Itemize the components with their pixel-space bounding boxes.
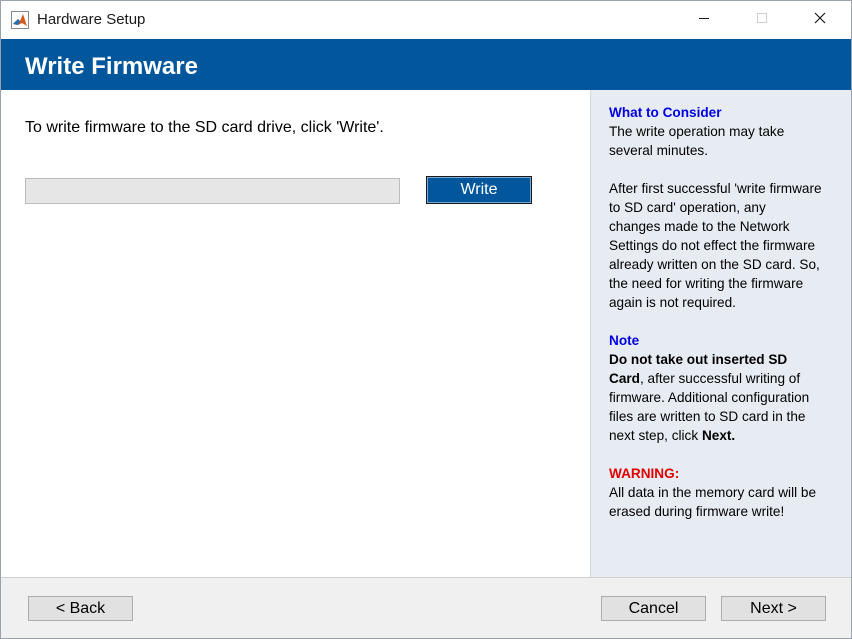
main-content: To write firmware to the SD card drive, … xyxy=(1,90,590,577)
maximize-button[interactable] xyxy=(733,1,791,39)
instruction-text: To write firmware to the SD card drive, … xyxy=(25,119,384,136)
hardware-setup-window: Hardware Setup Write Firmware To write f… xyxy=(0,0,852,639)
note-bold-next: Next. xyxy=(701,428,736,443)
after-text-line: the need for writing the firmware xyxy=(609,276,804,291)
consider-heading: What to Consider xyxy=(609,105,722,120)
after-text-line: changes made to the Network xyxy=(609,219,790,234)
minimize-icon xyxy=(698,11,710,29)
minimize-button[interactable] xyxy=(675,1,733,39)
note-text-line: next step, click Next. xyxy=(609,426,839,445)
note-text-line: Card, after successful writing of xyxy=(609,369,839,388)
note-heading: Note xyxy=(609,333,640,348)
page-title: Write Firmware xyxy=(25,53,198,80)
after-text-line: Settings do not effect the firmware xyxy=(609,238,816,253)
page-header: Write Firmware xyxy=(1,39,851,90)
note-bold-card: Card xyxy=(609,371,640,386)
close-icon xyxy=(814,11,826,29)
after-text-line: again is not required. xyxy=(609,295,736,310)
after-text-line: to SD card' operation, any xyxy=(609,200,766,215)
close-button[interactable] xyxy=(791,1,849,39)
warning-text-line: All data in the memory card will be xyxy=(609,485,817,500)
title-bar: Hardware Setup xyxy=(1,1,851,39)
write-button[interactable]: Write xyxy=(426,176,532,204)
help-panel: What to Consider The write operation may… xyxy=(590,90,851,577)
note-text-line: Do not take out inserted SD xyxy=(609,352,788,367)
maximize-icon xyxy=(756,11,768,29)
note-text-line: firmware. Additional configuration xyxy=(609,390,810,405)
footer-bar: < Back Cancel Next > xyxy=(1,577,851,638)
note-text-rest: , after successful writing of xyxy=(639,371,801,386)
matlab-logo-icon xyxy=(11,11,29,29)
after-text-line: already written on the SD card. So, xyxy=(609,257,820,272)
cancel-button[interactable]: Cancel xyxy=(601,596,706,621)
write-progress-bar xyxy=(25,178,400,204)
window-title: Hardware Setup xyxy=(37,11,146,28)
consider-text-line: The write operation may take xyxy=(609,124,785,139)
consider-text-line: several minutes. xyxy=(609,143,708,158)
next-button[interactable]: Next > xyxy=(721,596,826,621)
note-text-line: files are written to SD card in the xyxy=(609,409,806,424)
back-button[interactable]: < Back xyxy=(28,596,133,621)
warning-text-line: erased during firmware write! xyxy=(609,504,785,519)
after-text-line: After first successful 'write firmware xyxy=(609,181,822,196)
note-text-start: next step, click xyxy=(609,428,702,443)
warning-heading: WARNING: xyxy=(609,466,680,481)
